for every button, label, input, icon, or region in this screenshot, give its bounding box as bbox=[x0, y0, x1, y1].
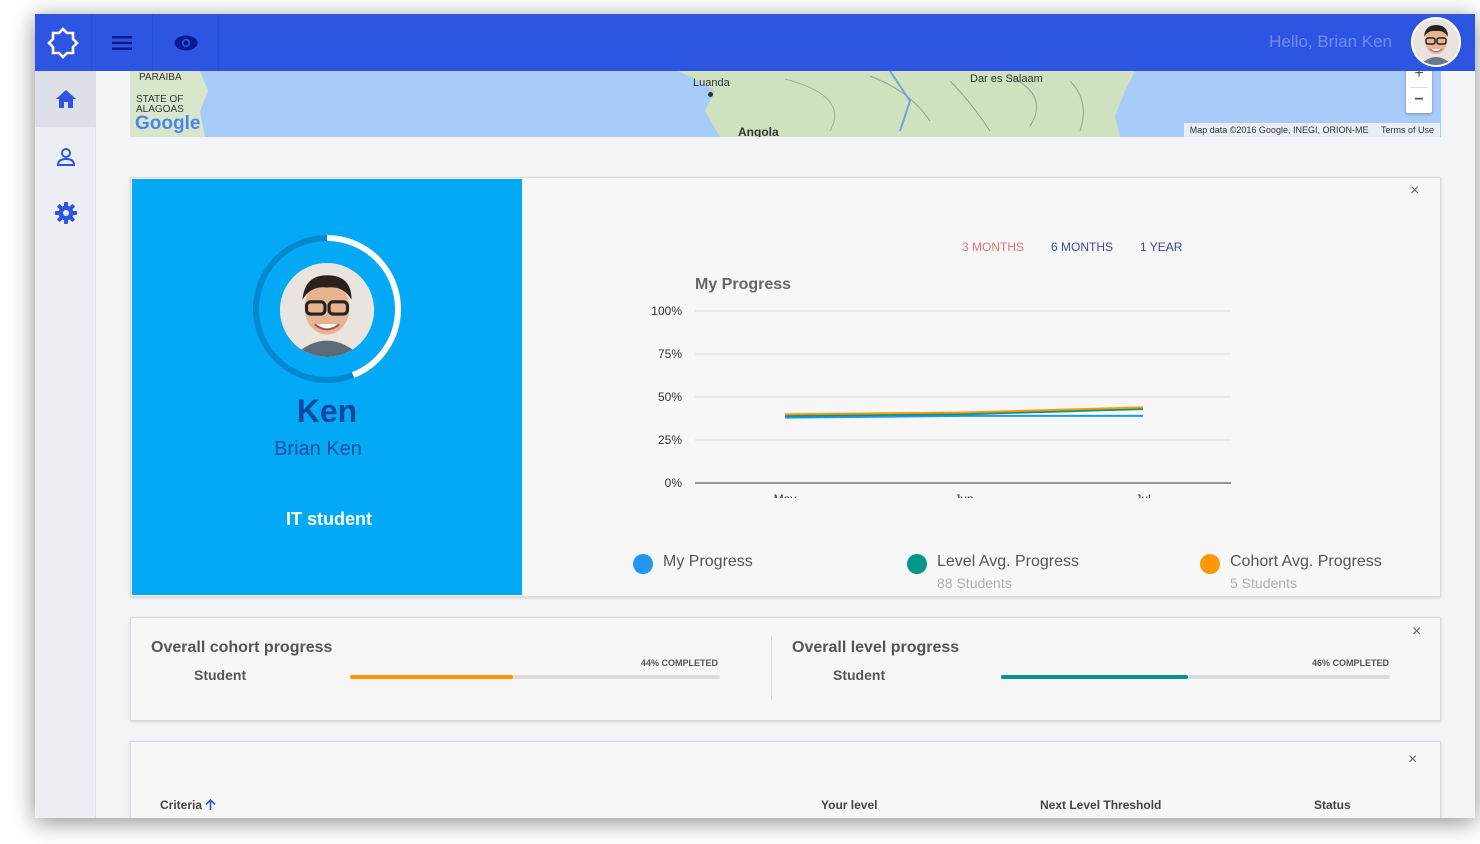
view-toggle-button[interactable] bbox=[153, 14, 219, 71]
y-tick-label: 100% bbox=[651, 304, 682, 318]
profile-full-name: Brian Ken bbox=[274, 438, 362, 460]
legend-label: My Progress bbox=[663, 553, 753, 570]
close-button[interactable]: × bbox=[1412, 624, 1421, 640]
greeting-text: Hello, Brian Ken bbox=[1269, 32, 1392, 51]
map-zoom-in-button[interactable]: + bbox=[1406, 71, 1432, 85]
level-progress-percent: 46% COMPLETED bbox=[1312, 658, 1390, 668]
map-label-angola: Angola bbox=[738, 125, 779, 137]
menu-button[interactable] bbox=[92, 14, 153, 71]
app-window: Hello, Brian Ken PARAIBA STATE OF ALAGOA… bbox=[35, 14, 1475, 818]
map-city-marker bbox=[708, 92, 713, 97]
criteria-table-card: × Criteria Your level Next Level Thresho… bbox=[130, 741, 1441, 818]
divider bbox=[771, 636, 772, 700]
column-header-label: Criteria bbox=[160, 798, 203, 812]
cohort-progress-bar bbox=[350, 675, 720, 679]
column-header-next-threshold[interactable]: Next Level Threshold bbox=[1040, 798, 1161, 812]
level-progress-bar bbox=[1001, 675, 1390, 679]
level-progress-title: Overall level progress bbox=[792, 639, 960, 656]
sidebar-item-home[interactable] bbox=[35, 71, 96, 127]
eye-icon bbox=[174, 35, 197, 50]
map-terms-link[interactable]: Terms of Use bbox=[1381, 125, 1434, 135]
x-tick-label: May bbox=[774, 492, 797, 498]
profile-role: IT student bbox=[286, 509, 372, 529]
sidebar bbox=[35, 71, 96, 818]
range-1-year[interactable]: 1 YEAR bbox=[1140, 240, 1182, 254]
close-button[interactable]: × bbox=[1408, 752, 1417, 768]
sidebar-item-profile[interactable] bbox=[35, 129, 96, 185]
sidebar-item-settings[interactable] bbox=[35, 185, 96, 241]
map-label-paraiba: PARAIBA bbox=[139, 72, 182, 83]
legend-student-count: 5 Students bbox=[1230, 575, 1297, 591]
range-3-months[interactable]: 3 MONTHS bbox=[962, 240, 1024, 254]
map-attribution: Map data ©2016 Google, INEGI, ORION-ME T… bbox=[1183, 123, 1440, 137]
y-tick-label: 75% bbox=[658, 347, 682, 361]
x-tick-label: Jun bbox=[954, 492, 973, 498]
logo-icon bbox=[47, 26, 79, 59]
column-header-your-level[interactable]: Your level bbox=[821, 798, 877, 812]
legend-dot bbox=[907, 554, 927, 574]
map-attribution-text: Map data ©2016 Google, INEGI, ORION-ME bbox=[1189, 125, 1369, 135]
map-zoom-control: + − bbox=[1406, 71, 1432, 113]
map-zoom-divider bbox=[1410, 87, 1428, 88]
menu-icon bbox=[112, 35, 132, 50]
profile-pane: Ken Brian Ken IT student bbox=[132, 179, 522, 595]
top-bar: Hello, Brian Ken bbox=[35, 14, 1475, 71]
cohort-progress-percent: 44% COMPLETED bbox=[641, 658, 719, 668]
legend-label: Cohort Avg. Progress bbox=[1230, 553, 1382, 570]
google-logo: Google bbox=[135, 113, 201, 134]
cohort-progress-fill bbox=[350, 675, 513, 679]
map-label-luanda: Luanda bbox=[693, 77, 730, 89]
progress-line-chart: My Progress 100% 75% 50% 25% 0% May Jun Jul bbox=[651, 276, 1231, 498]
legend-label: Level Avg. Progress bbox=[937, 553, 1080, 570]
column-header-criteria[interactable]: Criteria bbox=[160, 798, 216, 812]
level-progress-fill bbox=[1001, 675, 1188, 679]
home-icon bbox=[55, 90, 76, 108]
close-button[interactable]: × bbox=[1410, 183, 1419, 199]
level-progress-subtitle: Student bbox=[833, 667, 886, 683]
profile-avatar bbox=[280, 263, 374, 357]
progress-card: Ken Brian Ken IT student × 3 MONTHS 6 MO… bbox=[130, 177, 1441, 597]
range-6-months[interactable]: 6 MONTHS bbox=[1051, 240, 1113, 254]
cohort-progress-title: Overall cohort progress bbox=[151, 639, 333, 656]
overall-progress-card: × Overall cohort progress Student 44% CO… bbox=[130, 617, 1441, 721]
chart-title: My Progress bbox=[695, 276, 791, 293]
arrow-up-icon bbox=[205, 798, 216, 810]
map-panel[interactable]: PARAIBA STATE OF ALAGOAS Luanda Angola D… bbox=[130, 71, 1441, 137]
legend-student-count: 88 Students bbox=[937, 575, 1012, 591]
legend-dot bbox=[633, 554, 653, 574]
person-icon bbox=[56, 148, 75, 166]
map-label-dar-es-salaam: Dar es Salaam bbox=[970, 73, 1043, 85]
legend-dot bbox=[1200, 554, 1220, 574]
column-header-status[interactable]: Status bbox=[1314, 798, 1351, 812]
user-avatar[interactable] bbox=[1411, 17, 1461, 67]
profile-nickname: Ken bbox=[296, 393, 358, 429]
cohort-progress-subtitle: Student bbox=[194, 667, 247, 683]
gear-icon bbox=[54, 202, 77, 224]
y-tick-label: 0% bbox=[665, 476, 683, 490]
map-zoom-out-button[interactable]: − bbox=[1406, 89, 1432, 111]
avatar-face-icon bbox=[1413, 19, 1459, 65]
y-tick-label: 50% bbox=[658, 390, 682, 404]
y-tick-label: 25% bbox=[658, 433, 682, 447]
app-logo[interactable] bbox=[35, 14, 92, 71]
profile-face-icon bbox=[280, 263, 374, 357]
x-tick-label: Jul bbox=[1135, 492, 1150, 498]
